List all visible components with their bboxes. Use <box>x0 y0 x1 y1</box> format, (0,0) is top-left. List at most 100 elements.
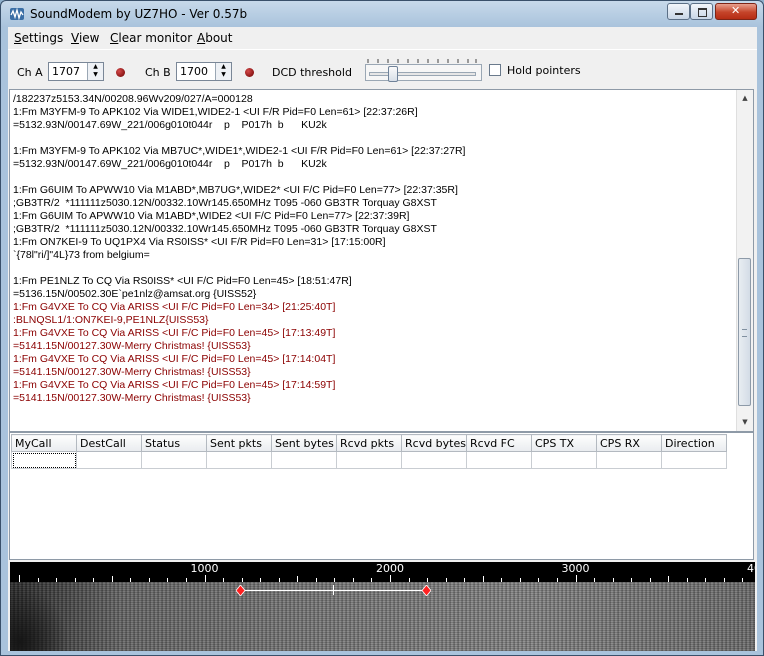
column-header-status[interactable]: Status <box>141 434 207 452</box>
maximize-button[interactable] <box>690 3 713 20</box>
monitor-line: 1:Fm G6UIM To APWW10 Via M1ABD*,MB7UG*,W… <box>13 184 458 196</box>
grid-cell[interactable] <box>596 451 662 469</box>
chb-up-arrow-icon[interactable]: ▲ <box>216 63 231 71</box>
chb-down-arrow-icon[interactable]: ▼ <box>216 71 231 79</box>
menu-view-rest: iew <box>78 31 100 45</box>
monitor-line: 1:Fm M3YFM-9 To APK102 Via MB7UC*,WIDE1*… <box>13 145 466 157</box>
monitor-text[interactable]: /182237z5153.34N/00208.96Wv209/027/A=000… <box>13 93 735 431</box>
menu-about-accel: A <box>197 31 206 45</box>
cha-dcd-led-icon <box>116 68 125 77</box>
channel-center-mark <box>333 585 334 595</box>
monitor-line: 1:Fm G4VXE To CQ Via ARISS <UI F/C Pid=F… <box>13 353 336 365</box>
left-pointer-marker-icon[interactable] <box>236 585 245 596</box>
table-row[interactable] <box>11 451 727 469</box>
ruler-tick <box>575 575 577 582</box>
monitor-line: 1:Fm PE1NLZ To CQ Via RS0ISS* <UI F/C Pi… <box>13 275 352 287</box>
menu-settings-accel: S <box>14 31 22 45</box>
column-header-sent-pkts[interactable]: Sent pkts <box>206 434 272 452</box>
menu-about[interactable]: About <box>197 31 233 45</box>
right-pointer-marker-icon[interactable] <box>422 585 431 596</box>
monitor-line: 1:Fm ON7KEI-9 To UQ1PX4 Via RS0ISS* <UI … <box>13 236 386 248</box>
window-title: SoundModem by UZ7HO - Ver 0.57b <box>30 7 248 21</box>
ruler-tick <box>19 575 20 582</box>
cha-label: Ch A <box>17 66 43 79</box>
cha-frequency-spinner[interactable]: 1707 ▲ ▼ <box>48 62 104 81</box>
grid-cell[interactable] <box>271 451 337 469</box>
hold-pointers-checkbox[interactable] <box>489 64 501 76</box>
grid-cell[interactable] <box>76 451 142 469</box>
dcd-threshold-slider[interactable] <box>365 64 482 82</box>
title-bar[interactable]: SoundModem by UZ7HO - Ver 0.57b <box>1 1 763 27</box>
menu-about-rest: bout <box>205 31 233 45</box>
ruler-label: 2000 <box>376 562 404 575</box>
toolbar: Ch A 1707 ▲ ▼ Ch B 1700 ▲ ▼ DCD threshol… <box>8 49 757 90</box>
monitor-line <box>13 132 735 145</box>
client-area: Settings View Clear monitor About Ch A 1… <box>8 27 757 651</box>
column-header-rcvd-bytes[interactable]: Rcvd bytes <box>401 434 467 452</box>
monitor-line: 1:Fm G6UIM To APWW10 Via M1ABD*,WIDE2 <U… <box>13 210 410 222</box>
menu-settings-rest: ettings <box>21 31 64 45</box>
ruler-tick <box>390 575 391 582</box>
scrollbar-thumb[interactable] <box>738 258 751 406</box>
cha-down-arrow-icon[interactable]: ▼ <box>88 71 103 79</box>
monitor-line: 1:Fm G4VXE To CQ Via ARISS <UI F/C Pid=F… <box>13 301 336 313</box>
ruler-label: 3000 <box>561 562 590 575</box>
chb-frequency-spinner[interactable]: 1700 ▲ ▼ <box>176 62 232 81</box>
dcd-slider-ticks <box>367 59 477 63</box>
monitor-line: 1:Fm G4VXE To CQ Via ARISS <UI F/C Pid=F… <box>13 379 336 391</box>
column-header-mycall[interactable]: MyCall <box>11 434 77 452</box>
scroll-down-arrow-icon[interactable]: ▼ <box>738 415 752 430</box>
grid-cell[interactable] <box>466 451 532 469</box>
cha-frequency-value: 1707 <box>52 65 80 78</box>
dcd-slider-track <box>369 72 476 76</box>
grid-cell[interactable] <box>336 451 402 469</box>
column-header-destcall[interactable]: DestCall <box>76 434 142 452</box>
ruler-label: 1000 <box>190 562 219 575</box>
minimize-button[interactable] <box>667 3 690 20</box>
grid-cell[interactable] <box>531 451 597 469</box>
cha-spin-arrows[interactable]: ▲ ▼ <box>87 63 103 80</box>
monitor-line: =5136.15N/00502.30E`pe1nlz@amsat.org {UI… <box>13 288 257 300</box>
monitor-line: =5141.15N/00127.30W-Merry Christmas! {UI… <box>13 392 251 404</box>
menu-clear-monitor[interactable]: Clear monitor <box>110 31 192 45</box>
monitor-line: ;GB3TR/2 *111111z5030.12N/00332.10Wr145.… <box>13 197 437 209</box>
chb-label: Ch B <box>145 66 171 79</box>
menu-bar: Settings View Clear monitor About <box>8 27 757 49</box>
menu-clear-monitor-rest: lear monitor <box>118 31 193 45</box>
waterfall-display[interactable]: 1000 2000 3000 4000 <box>10 562 755 651</box>
monitor-line: `{78l"ri/]"4L}73 from belgium= <box>13 249 150 261</box>
column-header-rcvd-pkts[interactable]: Rcvd pkts <box>336 434 402 452</box>
monitor-line: :BLNQSL1/1:ON7KEI-9,PE1NLZ{UISS53} <box>13 314 209 326</box>
chb-frequency-value: 1700 <box>180 65 208 78</box>
column-header-cps-rx[interactable]: CPS RX <box>596 434 662 452</box>
column-header-direction[interactable]: Direction <box>661 434 727 452</box>
frequency-ruler: 1000 2000 3000 4000 <box>10 562 755 582</box>
monitor-line: =5132.93N/00147.69W_221/006g010t044r p P… <box>13 119 327 131</box>
hold-pointers-label[interactable]: Hold pointers <box>507 64 581 77</box>
monitor-scrollbar[interactable]: ▲ ▼ <box>736 90 753 431</box>
app-icon <box>10 7 24 21</box>
monitor-panel[interactable]: /182237z5153.34N/00208.96Wv209/027/A=000… <box>9 89 754 432</box>
monitor-line: /182237z5153.34N/00208.96Wv209/027/A=000… <box>13 93 253 105</box>
column-header-rcvd-fc[interactable]: Rcvd FC <box>466 434 532 452</box>
monitor-line: =5141.15N/00127.30W-Merry Christmas! {UI… <box>13 366 251 378</box>
grid-cell[interactable] <box>141 451 207 469</box>
app-window: SoundModem by UZ7HO - Ver 0.57b Settings… <box>0 0 764 656</box>
menu-view-accel: V <box>71 31 79 45</box>
column-header-cps-tx[interactable]: CPS TX <box>531 434 597 452</box>
close-button[interactable] <box>715 3 757 20</box>
menu-view[interactable]: View <box>71 31 99 45</box>
grid-cell[interactable] <box>206 451 272 469</box>
menu-settings[interactable]: Settings <box>14 31 63 45</box>
grid-cell[interactable] <box>661 451 727 469</box>
monitor-line <box>13 262 735 275</box>
connections-grid[interactable]: MyCall DestCall Status Sent pkts Sent bytes R… <box>9 432 754 560</box>
chb-spin-arrows[interactable]: ▲ ▼ <box>215 63 231 80</box>
grid-cell[interactable] <box>401 451 467 469</box>
connections-table: MyCall DestCall Status Sent pkts Sent bytes R… <box>11 434 727 469</box>
cha-up-arrow-icon[interactable]: ▲ <box>88 63 103 71</box>
scroll-up-arrow-icon[interactable]: ▲ <box>738 91 752 106</box>
grid-cell[interactable] <box>11 451 77 469</box>
column-header-sent-bytes[interactable]: Sent bytes <box>271 434 337 452</box>
dcd-slider-thumb[interactable] <box>388 66 399 82</box>
